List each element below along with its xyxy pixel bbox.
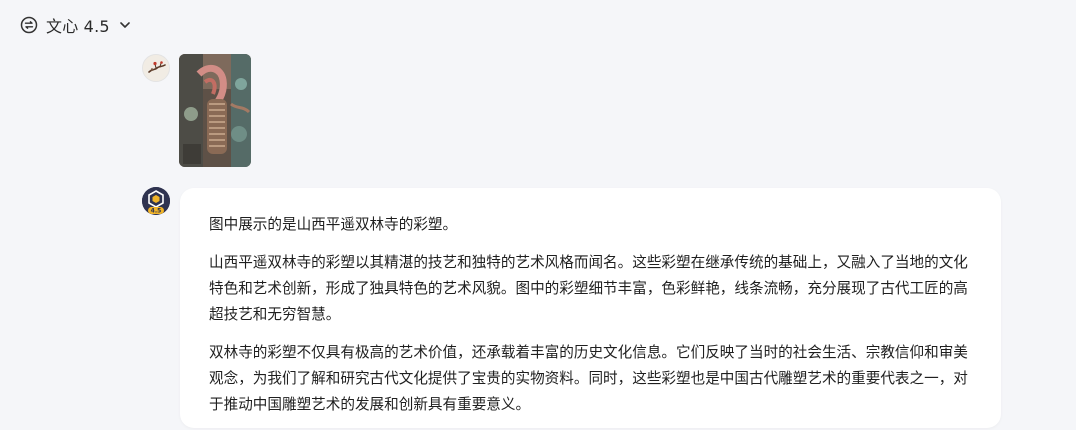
chevron-down-icon	[118, 18, 132, 32]
bot-answer-card: 图中展示的是山西平遥双林寺的彩塑。 山西平遥双林寺的彩塑以其精湛的技艺和独特的艺…	[180, 188, 1001, 428]
answer-body: 图中展示的是山西平遥双林寺的彩塑。 山西平遥双林寺的彩塑以其精湛的技艺和独特的艺…	[209, 212, 979, 430]
model-switch-icon	[20, 16, 38, 34]
model-switcher[interactable]: 文心 4.5	[20, 12, 132, 38]
answer-paragraph: 山西平遥双林寺的彩塑以其精湛的技艺和独特的艺术风格而闻名。这些彩塑在继承传统的基…	[209, 254, 968, 323]
answer-paragraph: 双林寺的彩塑不仅具有极高的艺术价值，还承载着丰富的历史文化信息。它们反映了当时的…	[209, 344, 968, 413]
bot-avatar: 4.5	[142, 187, 170, 215]
user-avatar	[142, 54, 170, 82]
bot-avatar-badge: 4.5	[151, 208, 162, 215]
answer-paragraph: 图中展示的是山西平遥双林寺的彩塑。	[209, 216, 458, 233]
uploaded-photo-thumbnail[interactable]	[179, 54, 251, 167]
model-name: 文心 4.5	[46, 17, 110, 36]
